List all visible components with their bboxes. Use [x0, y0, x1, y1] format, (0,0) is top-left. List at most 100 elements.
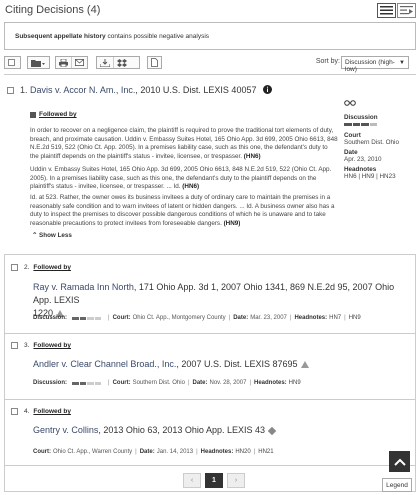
prev-page-button[interactable]: ‹ — [183, 473, 201, 488]
court-value: Ohio Ct. App., Montgomery County — [132, 315, 226, 321]
case-title-link[interactable]: Davis v. Accor N. Am., Inc. — [30, 85, 135, 95]
history-warning: Subsequent appellate history contains po… — [4, 22, 416, 50]
info-icon[interactable] — [262, 85, 272, 94]
case-number: 3. — [24, 342, 30, 349]
chevron-down-icon: ▼ — [399, 60, 405, 66]
discussion-label: Discussion — [344, 114, 378, 121]
results-list: 2. Followed by Ray v. Ramada Inn North , … — [4, 254, 416, 492]
date-value: Apr. 23, 2010 — [344, 156, 382, 163]
headnote-link[interactable]: HN20 — [235, 449, 250, 455]
divider — [4, 74, 416, 75]
headnote-ref[interactable]: (HN6) — [182, 183, 199, 190]
warning-text: contains possible negative analysis — [105, 33, 210, 40]
court-value: Ohio Ct. App., Warren County — [53, 449, 133, 455]
detail-view-icon — [400, 6, 413, 15]
divider — [5, 399, 415, 400]
treatment-marker-icon — [30, 111, 36, 118]
print-icon — [59, 58, 68, 67]
headnote-link[interactable]: HN9 — [362, 173, 375, 180]
headnote-link[interactable]: HN9 — [289, 380, 301, 386]
results-header: Citing Decisions (4) — [4, 3, 416, 19]
discussion-meter — [72, 316, 102, 320]
print-email-group — [55, 56, 88, 69]
select-all-button[interactable] — [4, 56, 21, 69]
glasses-icon — [344, 100, 356, 106]
arrow-up-icon — [393, 458, 406, 466]
case-title-link[interactable]: Ray v. Ramada Inn North — [33, 282, 134, 292]
select-all-icon — [8, 59, 15, 66]
date-label: Date — [344, 149, 358, 156]
treatment-label[interactable]: Followed by — [33, 264, 71, 271]
court-value: Southern Dist. Ohio — [132, 380, 185, 386]
case-meta: Discussion: | Court: Southern Dist. Ohio |… — [33, 380, 301, 386]
headnote-ref[interactable]: (HN6) — [244, 153, 261, 160]
court-label: Court — [344, 132, 361, 139]
list-view-icon — [380, 6, 393, 15]
document-icon — [151, 58, 158, 67]
caution-triangle-icon — [300, 361, 309, 369]
document-button[interactable] — [147, 56, 162, 69]
sort-label: Sort by: — [315, 58, 340, 65]
date-value: Nov. 28, 2007 — [209, 380, 247, 386]
dropbox-button[interactable] — [113, 57, 130, 68]
folder-icon — [31, 59, 45, 67]
email-button[interactable] — [71, 57, 87, 68]
detail-view-button[interactable] — [397, 3, 416, 18]
case-result-expanded: 1. Davis v. Accor N. Am., Inc., 2010 U.S… — [4, 82, 416, 254]
excerpt-paragraph: Uddin v. Embassy Suites Hotel, 165 Ohio … — [30, 166, 332, 191]
excerpt-paragraph: In order to recover on a negligence clai… — [30, 127, 338, 160]
case-meta: Discussion: | Court: Ohio Ct. App., Montgo… — [33, 315, 361, 321]
case-checkbox[interactable] — [11, 342, 18, 349]
case-number: 1. — [20, 85, 28, 95]
headnote-link[interactable]: HN6 — [344, 173, 357, 180]
case-title-link[interactable]: Andler v. Clear Channel Broad., Inc. — [33, 359, 176, 369]
dropbox-icon — [117, 58, 127, 67]
case-citation: , 2010 U.S. Dist. LEXIS 40057 — [135, 85, 257, 95]
case-side-info: Discussion Court Southern Dist. Ohio Dat… — [344, 100, 412, 180]
case-number: 4. — [24, 408, 30, 415]
case-citation: , 2013 Ohio 63, 2013 Ohio App. LEXIS 43 — [98, 425, 265, 435]
divider — [5, 333, 415, 334]
list-view-button[interactable] — [377, 3, 396, 18]
folder-button[interactable] — [27, 56, 50, 69]
case-number: 2. — [24, 264, 30, 271]
date-value: Jan. 14, 2013 — [156, 449, 194, 455]
treatment-label[interactable]: Followed by — [33, 342, 71, 349]
headnotes-label: Headnotes — [344, 166, 377, 173]
court-value: Southern Dist. Ohio — [344, 139, 399, 146]
view-toggle — [377, 3, 416, 18]
case-meta: Court: Ohio Ct. App., Warren County | Date… — [33, 449, 274, 455]
page-title: Citing Decisions (4) — [5, 4, 101, 16]
headnote-link[interactable]: HN7 — [329, 315, 341, 321]
warning-bold: Subsequent appellate history — [15, 33, 106, 40]
discussion-meter — [72, 381, 102, 385]
headnotes-list: HN6 | HN9 | HN23 — [344, 173, 396, 180]
scroll-to-top-button[interactable] — [389, 451, 410, 472]
case-citation: , 2007 U.S. Dist. LEXIS 87695 — [176, 359, 298, 369]
headnote-link[interactable]: HN21 — [258, 449, 273, 455]
results-toolbar: Sort by: Discussion (high-low) ▼ — [4, 56, 416, 73]
download-button[interactable] — [97, 57, 113, 68]
download-group — [96, 56, 140, 69]
case-checkbox[interactable] — [7, 87, 14, 94]
headnote-link[interactable]: HN23 — [380, 173, 396, 180]
case-title-link[interactable]: Gentry v. Collins — [33, 425, 98, 435]
download-icon — [100, 58, 110, 67]
print-button[interactable] — [56, 57, 71, 68]
diamond-icon — [267, 426, 277, 435]
show-less-link[interactable]: ⌃ Show Less — [32, 232, 72, 239]
case-checkbox[interactable] — [11, 264, 18, 271]
sort-select[interactable]: Discussion (high-low) ▼ — [341, 56, 409, 73]
headnote-link[interactable]: HN9 — [349, 315, 361, 321]
case-checkbox[interactable] — [11, 408, 18, 415]
email-icon — [75, 59, 84, 66]
date-value: Mar. 23, 2007 — [250, 315, 287, 321]
legend-button[interactable]: Legend — [382, 478, 412, 492]
treatment-label[interactable]: Followed by — [39, 111, 77, 118]
treatment-tag: Followed by — [30, 111, 77, 118]
headnote-ref[interactable]: (HN9) — [224, 220, 241, 227]
next-page-button[interactable]: › — [227, 473, 245, 488]
current-page[interactable]: 1 — [205, 473, 223, 488]
discussion-meter — [344, 123, 378, 126]
treatment-label[interactable]: Followed by — [33, 408, 71, 415]
